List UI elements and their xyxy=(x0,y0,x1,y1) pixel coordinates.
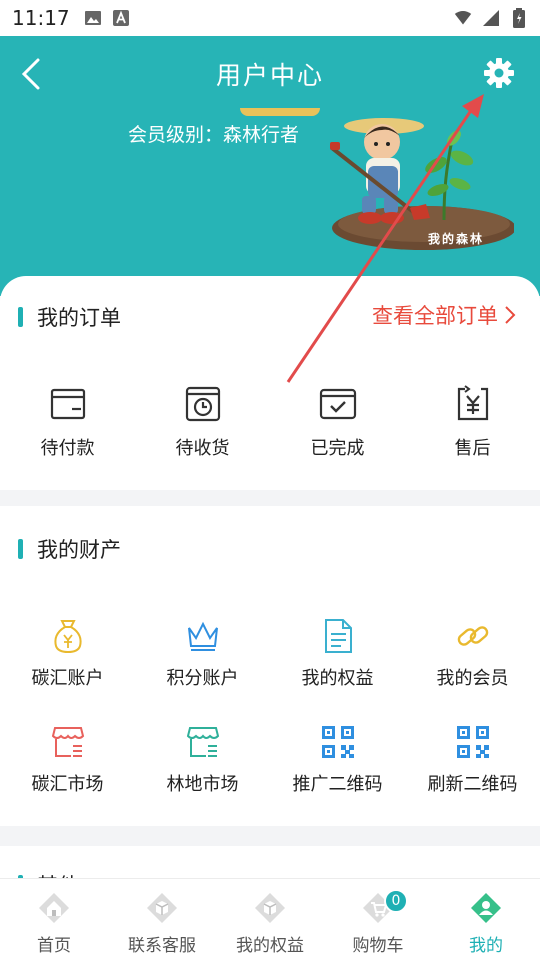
bottom-nav: 首页 联系客服 我的权益 0 购物车 我的 xyxy=(0,878,540,960)
service-icon xyxy=(147,893,177,923)
nav-home[interactable]: 首页 xyxy=(0,879,108,960)
qr-code-icon xyxy=(456,726,489,758)
nav-customer-service-label: 联系客服 xyxy=(128,936,196,956)
wifi-icon xyxy=(454,9,472,27)
forest-land-market-label: 林地市场 xyxy=(166,774,239,795)
refresh-qr-code[interactable]: 刷新二维码 xyxy=(405,724,540,796)
forest-land-market[interactable]: 林地市场 xyxy=(135,724,270,796)
order-pending-receipt[interactable]: 待收货 xyxy=(135,384,270,460)
checked-box-icon xyxy=(319,388,356,420)
assets-row-1: 碳汇账户 积分账户 我的权益 我的会员 xyxy=(0,618,540,690)
my-orders-header: 我的订单 xyxy=(18,302,121,332)
nav-my-rights[interactable]: 我的权益 xyxy=(216,879,324,960)
section-marker xyxy=(18,307,23,327)
document-icon xyxy=(324,619,352,653)
my-membership[interactable]: 我的会员 xyxy=(405,618,540,690)
assets-row-2: 碳汇市场 林地市场 推广二维码 刷新二维码 xyxy=(0,724,540,796)
carbon-market-label: 碳汇市场 xyxy=(31,774,104,795)
promo-qr-code-label: 推广二维码 xyxy=(292,774,383,795)
my-forest-caption: 我的森林 xyxy=(428,232,485,246)
store-icon xyxy=(51,727,84,757)
nav-cart-label: 购物车 xyxy=(352,936,404,956)
money-bag-icon xyxy=(53,620,82,654)
points-account[interactable]: 积分账户 xyxy=(135,618,270,690)
wallet-icon xyxy=(50,388,85,420)
crown-icon xyxy=(187,621,218,651)
my-membership-label: 我的会员 xyxy=(436,668,509,689)
status-bar: 11:17 xyxy=(0,0,540,36)
carbon-account[interactable]: 碳汇账户 xyxy=(0,618,135,690)
view-all-orders-link[interactable]: 查看全部订单 xyxy=(372,300,516,330)
points-account-label: 积分账户 xyxy=(166,668,239,689)
nav-home-label: 首页 xyxy=(37,936,71,956)
order-pending-payment-label: 待付款 xyxy=(40,438,95,459)
store-icon xyxy=(186,727,219,757)
my-orders-card: 我的订单 查看全部订单 待付款 待收货 已完成 售后 xyxy=(0,276,540,490)
clock-box-icon xyxy=(185,386,220,422)
user-center-header: 用户中心 会员级别：森林行者 我的森林 xyxy=(0,36,540,296)
my-assets-card: 我的财产 碳汇账户 积分账户 我的权益 我的会员 碳汇市场 林地市场 推广二维码… xyxy=(0,506,540,826)
signal-icon xyxy=(482,9,500,27)
cart-count-badge: 0 xyxy=(384,889,408,913)
order-pending-receipt-label: 待收货 xyxy=(175,438,230,459)
nav-mine[interactable]: 我的 xyxy=(432,879,540,960)
chevron-right-icon xyxy=(505,306,516,324)
nav-cart[interactable]: 0 购物车 xyxy=(324,879,432,960)
font-notification-icon xyxy=(112,9,130,27)
user-icon xyxy=(471,893,501,923)
nav-customer-service[interactable]: 联系客服 xyxy=(108,879,216,960)
my-assets-header: 我的财产 xyxy=(18,534,121,564)
gear-icon xyxy=(484,58,514,88)
order-pending-payment[interactable]: 待付款 xyxy=(0,384,135,460)
refresh-qr-code-label: 刷新二维码 xyxy=(427,774,518,795)
nav-my-rights-label: 我的权益 xyxy=(236,936,304,956)
order-after-sales-label: 售后 xyxy=(454,438,491,459)
carbon-account-label: 碳汇账户 xyxy=(31,668,104,689)
rights-icon xyxy=(255,893,285,923)
order-after-sales[interactable]: 售后 xyxy=(405,384,540,460)
member-badge-bar xyxy=(240,108,320,116)
promo-qr-code[interactable]: 推广二维码 xyxy=(270,724,405,796)
status-time: 11:17 xyxy=(12,6,70,30)
settings-button[interactable] xyxy=(482,56,516,90)
qr-code-icon xyxy=(321,726,354,758)
my-rights[interactable]: 我的权益 xyxy=(270,618,405,690)
my-forest-illustration[interactable] xyxy=(326,110,514,250)
my-rights-label: 我的权益 xyxy=(301,668,374,689)
my-orders-title: 我的订单 xyxy=(37,306,121,330)
nav-mine-label: 我的 xyxy=(469,936,503,956)
section-marker xyxy=(18,539,23,559)
my-assets-title: 我的财产 xyxy=(37,538,121,562)
order-status-row: 待付款 待收货 已完成 售后 xyxy=(0,384,540,460)
link-icon xyxy=(457,626,488,646)
view-all-orders-label: 查看全部订单 xyxy=(372,304,498,328)
carbon-market[interactable]: 碳汇市场 xyxy=(0,724,135,796)
yuan-return-icon xyxy=(457,385,488,421)
order-completed-label: 已完成 xyxy=(310,438,365,459)
home-icon xyxy=(39,893,69,923)
battery-icon xyxy=(510,8,528,28)
page-title: 用户中心 xyxy=(215,61,324,90)
gallery-notification-icon xyxy=(84,9,102,27)
member-level-text: 会员级别：森林行者 xyxy=(128,124,300,146)
order-completed[interactable]: 已完成 xyxy=(270,384,405,460)
